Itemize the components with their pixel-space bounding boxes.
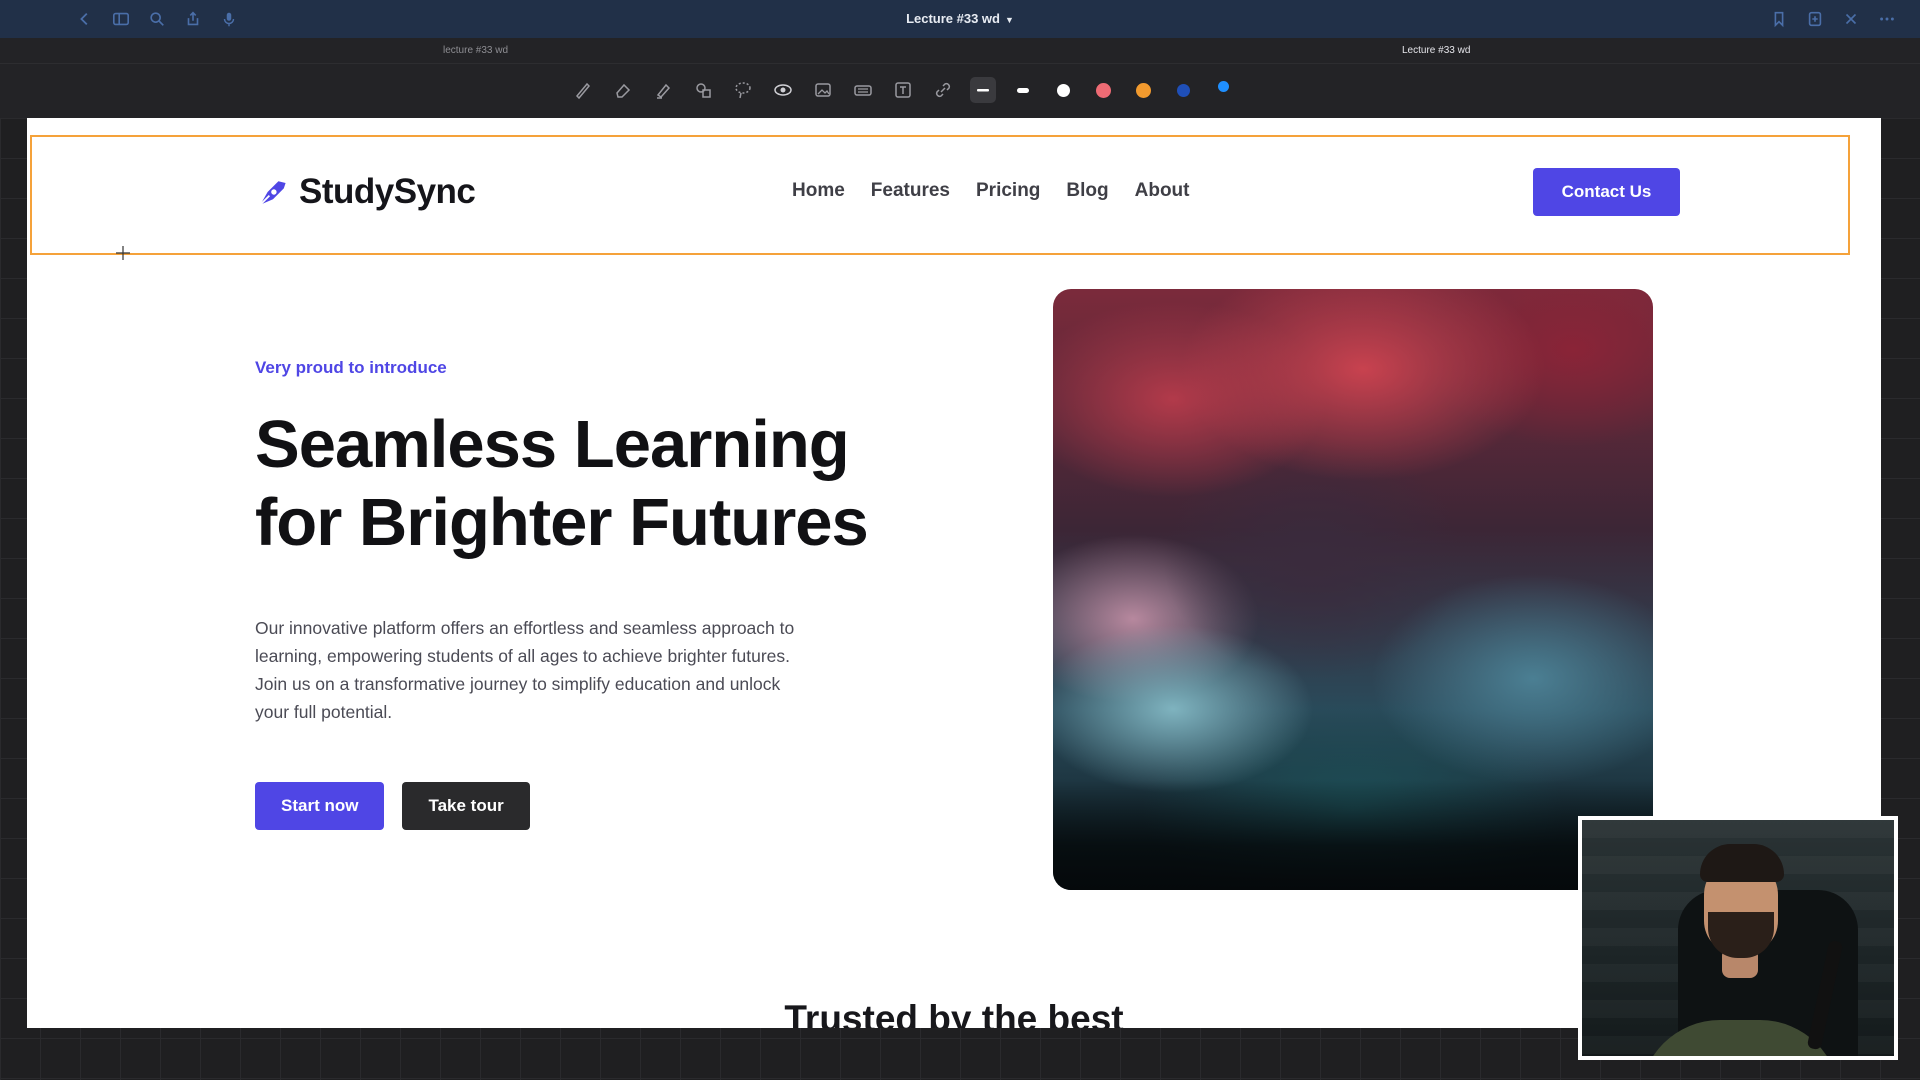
title-bar-right-controls — [1768, 8, 1898, 30]
drawing-toolbar — [0, 64, 1920, 118]
link-icon[interactable] — [930, 77, 956, 103]
nav-about-link[interactable]: About — [1135, 180, 1190, 202]
eye-icon[interactable] — [770, 77, 796, 103]
hero-cta-group: Start now Take tour — [255, 782, 955, 830]
color-blue-button[interactable] — [1210, 77, 1236, 103]
color-pink-swatch — [1095, 82, 1111, 98]
eraser-icon[interactable] — [610, 77, 636, 103]
more-icon[interactable] — [1876, 8, 1898, 30]
nav-pricing-link[interactable]: Pricing — [976, 180, 1040, 202]
start-now-button[interactable]: Start now — [255, 782, 385, 830]
add-page-icon[interactable] — [1804, 8, 1826, 30]
tab-lecture-left[interactable]: lecture #33 wd — [443, 45, 508, 56]
image-icon[interactable] — [810, 77, 836, 103]
color-white-button[interactable] — [1050, 77, 1076, 103]
hero-copy: Very proud to introduce Seamless Learnin… — [255, 358, 955, 830]
crosshair-cursor-icon — [115, 245, 131, 261]
bookmark-icon[interactable] — [1768, 8, 1790, 30]
tab-lecture-right[interactable]: Lecture #33 wd — [1402, 45, 1470, 56]
stroke-thick-button[interactable] — [1010, 77, 1036, 103]
hero-abstract-image — [1053, 289, 1653, 890]
color-navy-swatch — [1176, 83, 1190, 97]
window-title-text: Lecture #33 wd — [906, 11, 1000, 26]
presenter-hair — [1700, 844, 1784, 882]
brand-logo[interactable]: StudySync — [255, 172, 476, 212]
color-orange-swatch — [1135, 82, 1151, 98]
hero-eyebrow: Very proud to introduce — [255, 358, 447, 377]
hero-headline-line-1: Seamless Learning — [255, 407, 850, 482]
color-white-swatch — [1056, 83, 1070, 97]
pen-nib-logo-icon — [259, 181, 286, 206]
color-navy-button[interactable] — [1170, 77, 1196, 103]
color-blue-swatch — [1217, 80, 1229, 92]
chevron-down-icon: ▼ — [1005, 14, 1014, 25]
take-tour-button[interactable]: Take tour — [402, 782, 530, 830]
webcam-overlay — [1578, 816, 1898, 1060]
site-navbar: StudySync Home Features Pricing Blog Abo… — [255, 168, 1680, 216]
title-bar: Lecture #33 wd ▼ — [0, 0, 1920, 38]
text-box-icon[interactable] — [890, 77, 916, 103]
hero-image-shadow — [1053, 780, 1653, 890]
hero-headline: Seamless Learning for Brighter Futures — [255, 406, 955, 562]
lasso-icon[interactable] — [730, 77, 756, 103]
nav-menu: Home Features Pricing Blog About — [792, 180, 1190, 202]
color-pink-button[interactable] — [1090, 77, 1116, 103]
nav-blog-link[interactable]: Blog — [1066, 180, 1108, 202]
webcam-video — [1582, 820, 1894, 1056]
pen-icon[interactable] — [570, 77, 596, 103]
highlighter-icon[interactable] — [650, 77, 676, 103]
app-window: Lecture #33 wd ▼ lecture #33 wd Lecture #… — [0, 0, 1920, 1080]
nav-features-link[interactable]: Features — [871, 180, 950, 202]
hero-headline-line-2: for Brighter Futures — [255, 485, 869, 560]
tab-strip: lecture #33 wd Lecture #33 wd — [0, 38, 1920, 64]
contact-us-button[interactable]: Contact Us — [1533, 168, 1680, 216]
tool-group — [570, 77, 1236, 103]
close-icon[interactable] — [1840, 8, 1862, 30]
hero-body-text: Our innovative platform offers an effort… — [255, 618, 795, 722]
keyboard-icon[interactable] — [850, 77, 876, 103]
color-orange-button[interactable] — [1130, 77, 1156, 103]
brand-name: StudySync — [299, 172, 476, 211]
nav-home-link[interactable]: Home — [792, 180, 845, 202]
stroke-thin-button[interactable] — [970, 77, 996, 103]
window-title[interactable]: Lecture #33 wd ▼ — [0, 11, 1920, 26]
shapes-icon[interactable] — [690, 77, 716, 103]
